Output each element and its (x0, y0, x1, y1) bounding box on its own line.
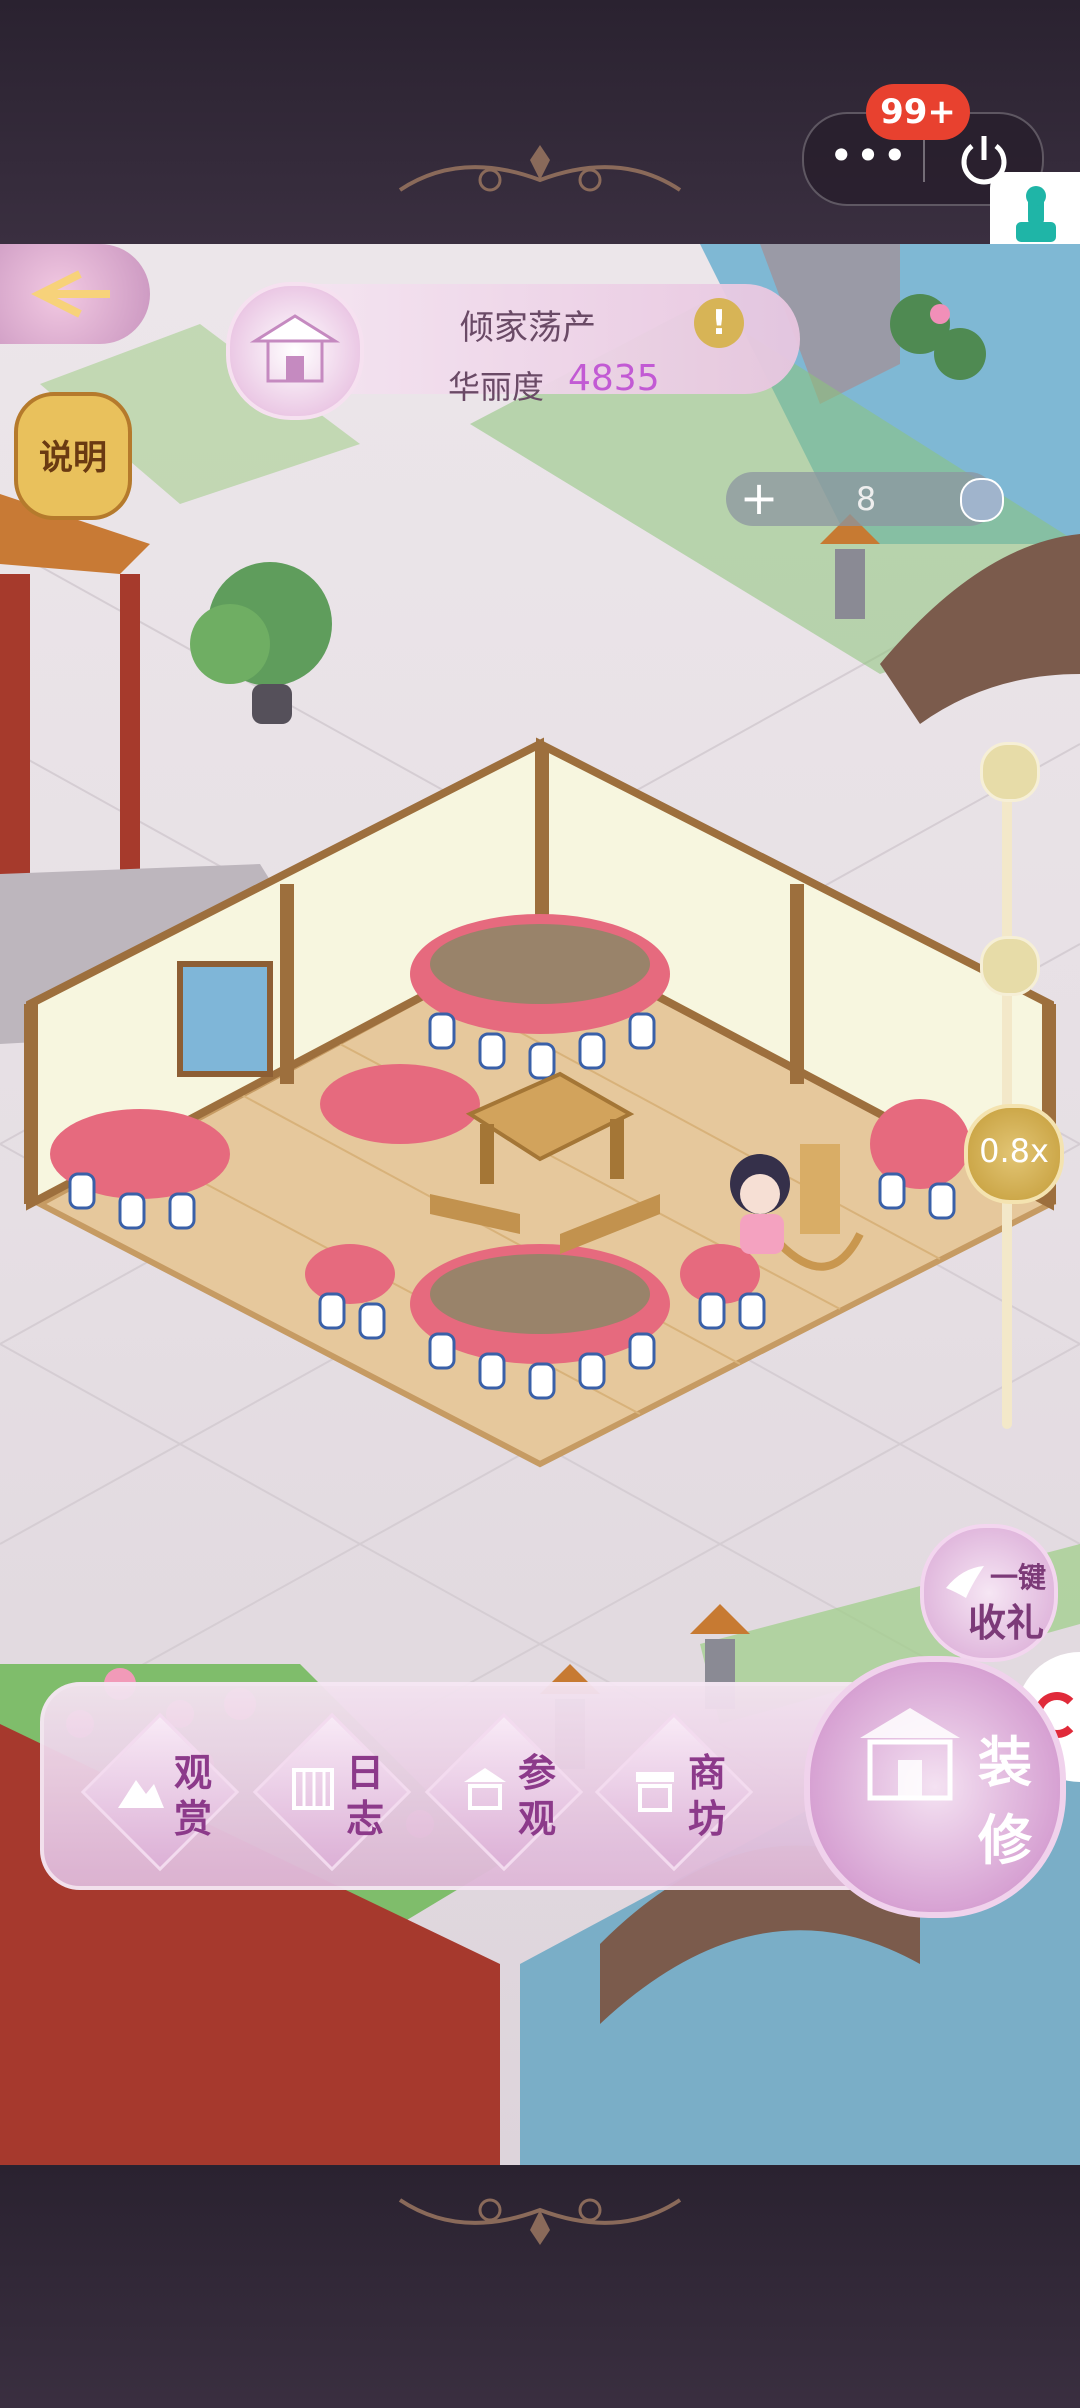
pavilion-icon (249, 314, 341, 383)
resource-counter: + 8 (726, 472, 1004, 526)
warning-icon[interactable]: ! (694, 298, 744, 348)
counter-value: 8 (855, 480, 877, 518)
nav-journal-line2: 志 (346, 1797, 385, 1841)
ellipsis-icon[interactable]: ••• (824, 135, 914, 182)
zoom-slider-knob[interactable]: 0.8x (964, 1104, 1064, 1204)
collect-line2: 收礼 (967, 1601, 1044, 1645)
ornament-bottom (398, 2198, 682, 2245)
garden-title: 倾家荡产 (460, 308, 596, 348)
explain-button[interactable]: 说明 (14, 392, 132, 520)
nav-view-line2: 赏 (174, 1797, 213, 1841)
zoom-value: 0.8x (979, 1132, 1049, 1170)
decorate-button[interactable]: 装 修 (804, 1656, 1066, 1918)
zoom-slider-track[interactable] (1002, 749, 1012, 1429)
landscape-icon (118, 1780, 164, 1808)
nav-visit-line2: 观 (518, 1797, 557, 1841)
collect-gifts-button[interactable]: 一键 收礼 (920, 1524, 1058, 1662)
explain-label: 说明 (39, 438, 107, 478)
collect-line1: 一键 (989, 1561, 1046, 1594)
luxury-label: 华丽度 (448, 368, 545, 406)
nav-item-shop[interactable]: 商 坊 (594, 1712, 754, 1872)
nav-item-view[interactable]: 观 赏 (80, 1712, 240, 1872)
gate-icon (860, 1708, 960, 1801)
pavilion-avatar[interactable] (226, 282, 364, 420)
notification-badge: 99+ (866, 84, 970, 140)
zoom-stop-upper[interactable] (980, 742, 1040, 802)
decorate-line1: 装 (978, 1731, 1032, 1794)
decorate-line2: 修 (978, 1809, 1032, 1872)
zoom-stop-middle[interactable] (980, 936, 1040, 996)
house-icon (464, 1768, 506, 1810)
back-button[interactable] (0, 244, 150, 344)
luxury-value: 4835 (568, 358, 660, 399)
bottom-frame (0, 2165, 1080, 2408)
nav-item-journal[interactable]: 日 志 (252, 1712, 412, 1872)
nav-shop-line2: 坊 (688, 1797, 727, 1841)
scroll-icon (292, 1768, 334, 1810)
nav-item-visit[interactable]: 参 观 (424, 1712, 584, 1872)
resource-icon (960, 478, 1004, 522)
plus-icon[interactable]: + (736, 475, 782, 522)
shop-icon (636, 1772, 674, 1812)
ornament-top (398, 145, 682, 192)
back-arrow-icon (31, 270, 110, 318)
capsule-divider (923, 136, 925, 182)
